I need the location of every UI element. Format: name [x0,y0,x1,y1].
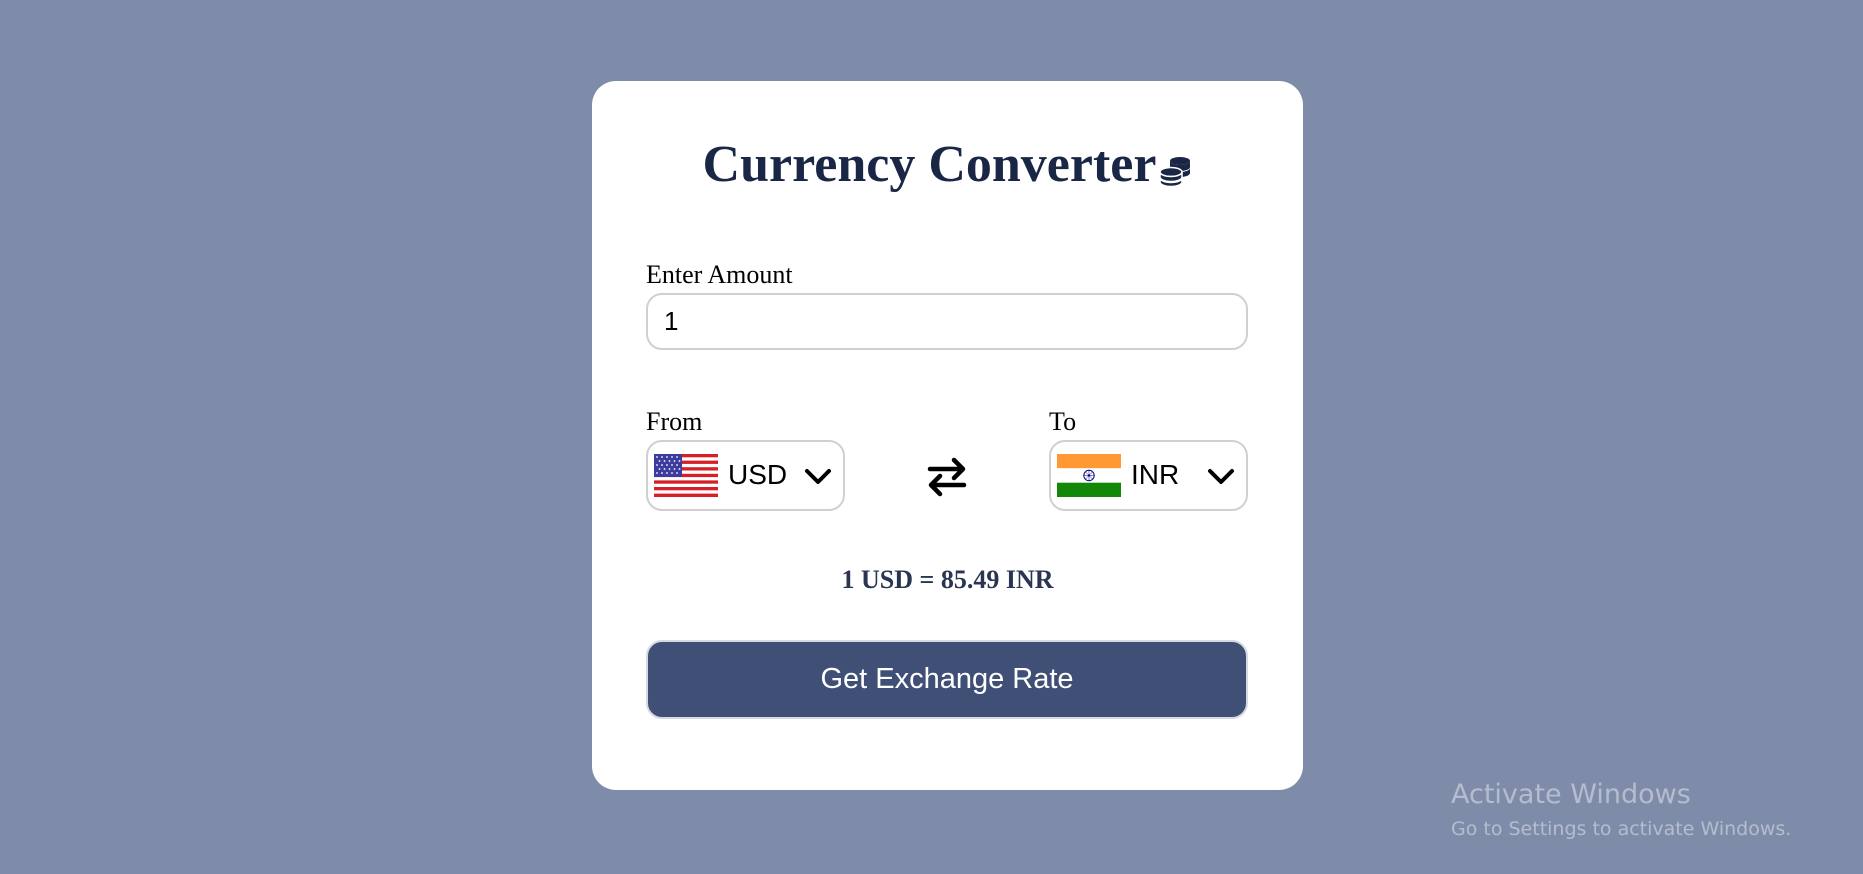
amount-input[interactable] [646,293,1248,350]
to-currency-select[interactable]: INR [1049,440,1248,511]
chevron-down-icon [1207,468,1235,486]
page-title: Currency Converter [592,139,1303,197]
from-currency-select[interactable]: USD [646,440,845,511]
coins-icon [1158,145,1192,197]
swap-arrows-icon[interactable] [926,455,968,499]
exchange-rate-text: 1 USD = 85.49 INR [841,565,1054,594]
chevron-down-icon [804,468,832,486]
watermark-title: Activate Windows [1451,779,1691,810]
get-exchange-rate-button[interactable]: Get Exchange Rate [646,640,1248,719]
amount-label: Enter Amount [646,260,793,289]
watermark-subtitle: Go to Settings to activate Windows. [1451,818,1792,840]
activate-windows-watermark: Activate Windows Go to Settings to activ… [1451,781,1791,839]
india-flag-icon [1057,454,1121,497]
us-flag-icon [654,454,718,497]
from-label: From [646,407,703,436]
converter-card: Currency Converter Enter Amount From [592,81,1303,790]
to-label: To [1049,407,1077,436]
from-currency-code: USD [728,459,788,490]
title-text: Currency Converter [702,136,1157,193]
to-currency-code: INR [1131,459,1180,490]
